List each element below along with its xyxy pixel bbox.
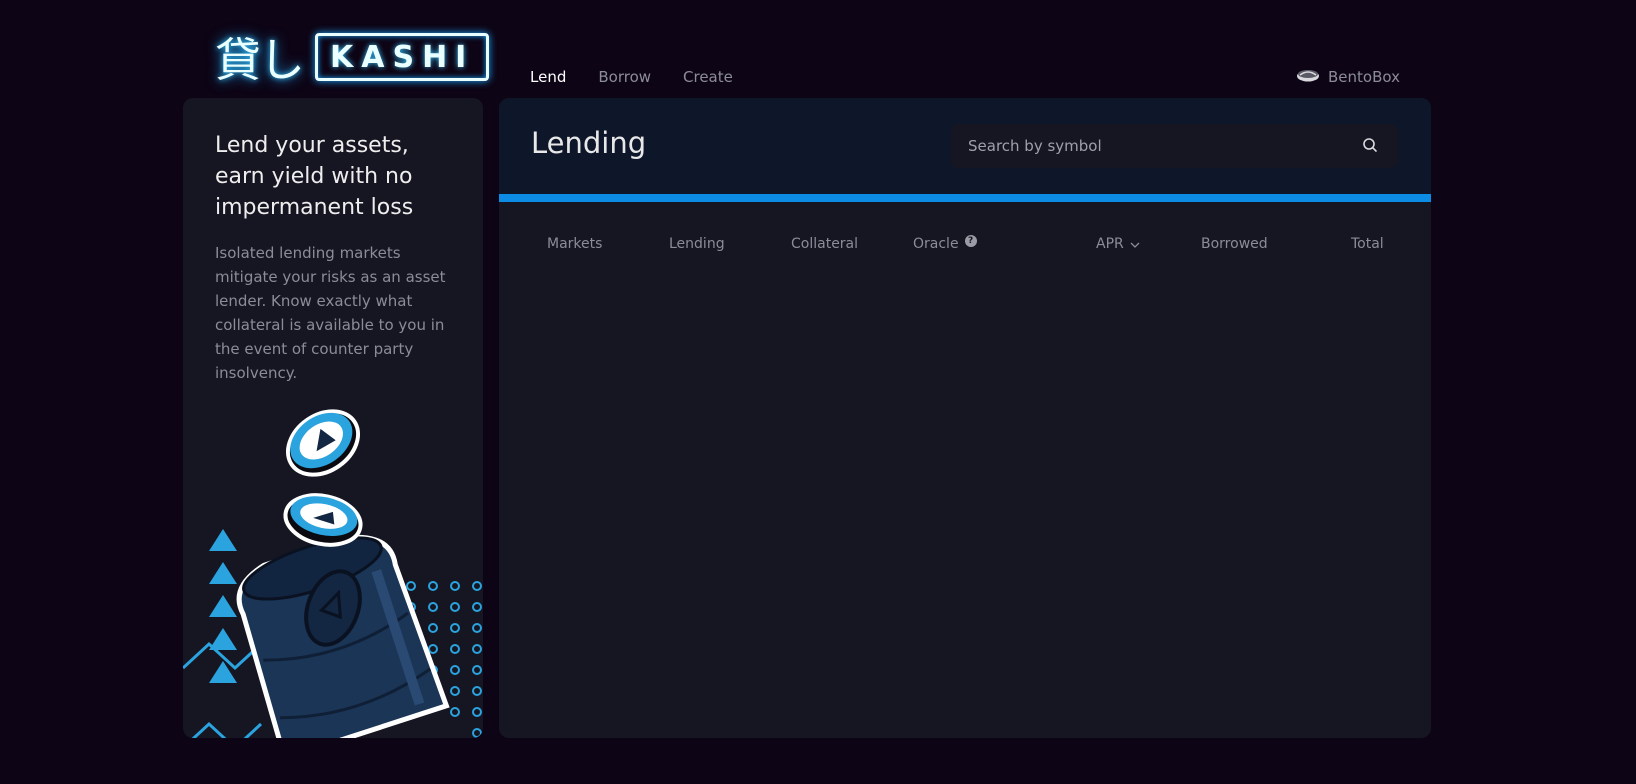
logo-wordmark-box: KASHI	[315, 33, 490, 81]
column-collateral-label: Collateral	[791, 236, 859, 252]
column-total[interactable]: Total	[1351, 236, 1384, 252]
logo-wordmark: KASHI	[330, 39, 475, 75]
column-lending-label: Lending	[669, 236, 725, 252]
bento-icon	[1296, 68, 1320, 86]
page-title: Lending	[531, 126, 647, 160]
column-apr[interactable]: APR	[1096, 236, 1140, 252]
lending-panel: Lending Markets Lending Collateral Oracl…	[499, 98, 1431, 738]
nav-borrow[interactable]: Borrow	[598, 68, 651, 86]
info-card: Lend your assets, earn yield with no imp…	[183, 98, 483, 738]
chevron-down-icon	[1130, 236, 1140, 252]
column-oracle-label: Oracle	[913, 236, 959, 252]
lending-header: Lending	[499, 98, 1431, 194]
search-box	[951, 124, 1398, 168]
logo-kanji: 貸し	[215, 33, 305, 87]
column-markets-label: Markets	[547, 236, 603, 252]
accent-bar	[499, 194, 1431, 202]
nav-lend[interactable]: Lend	[530, 68, 566, 86]
info-title: Lend your assets, earn yield with no imp…	[215, 133, 414, 220]
kashi-logo[interactable]: 貸し KASHI	[215, 30, 490, 87]
column-borrowed-label: Borrowed	[1201, 236, 1268, 252]
column-markets[interactable]: Markets	[547, 236, 602, 252]
column-lending[interactable]: Lending	[669, 236, 725, 252]
bentobox-link[interactable]: BentoBox	[1296, 68, 1400, 86]
main-nav: Lend Borrow Create	[530, 68, 733, 86]
search-icon[interactable]	[1362, 137, 1378, 157]
column-total-label: Total	[1351, 236, 1384, 252]
column-borrowed[interactable]: Borrowed	[1201, 236, 1268, 252]
nav-create[interactable]: Create	[683, 68, 733, 86]
search-input[interactable]	[951, 136, 1350, 156]
info-description: Isolated lending markets mitigate your r…	[215, 244, 446, 382]
bentobox-label: BentoBox	[1328, 68, 1400, 86]
column-oracle[interactable]: Oracle ?	[913, 235, 977, 252]
oracle-help-icon[interactable]: ?	[964, 235, 977, 247]
column-collateral[interactable]: Collateral	[791, 236, 858, 252]
jar-coins-illustration	[183, 398, 483, 738]
column-apr-label: APR	[1096, 236, 1124, 252]
